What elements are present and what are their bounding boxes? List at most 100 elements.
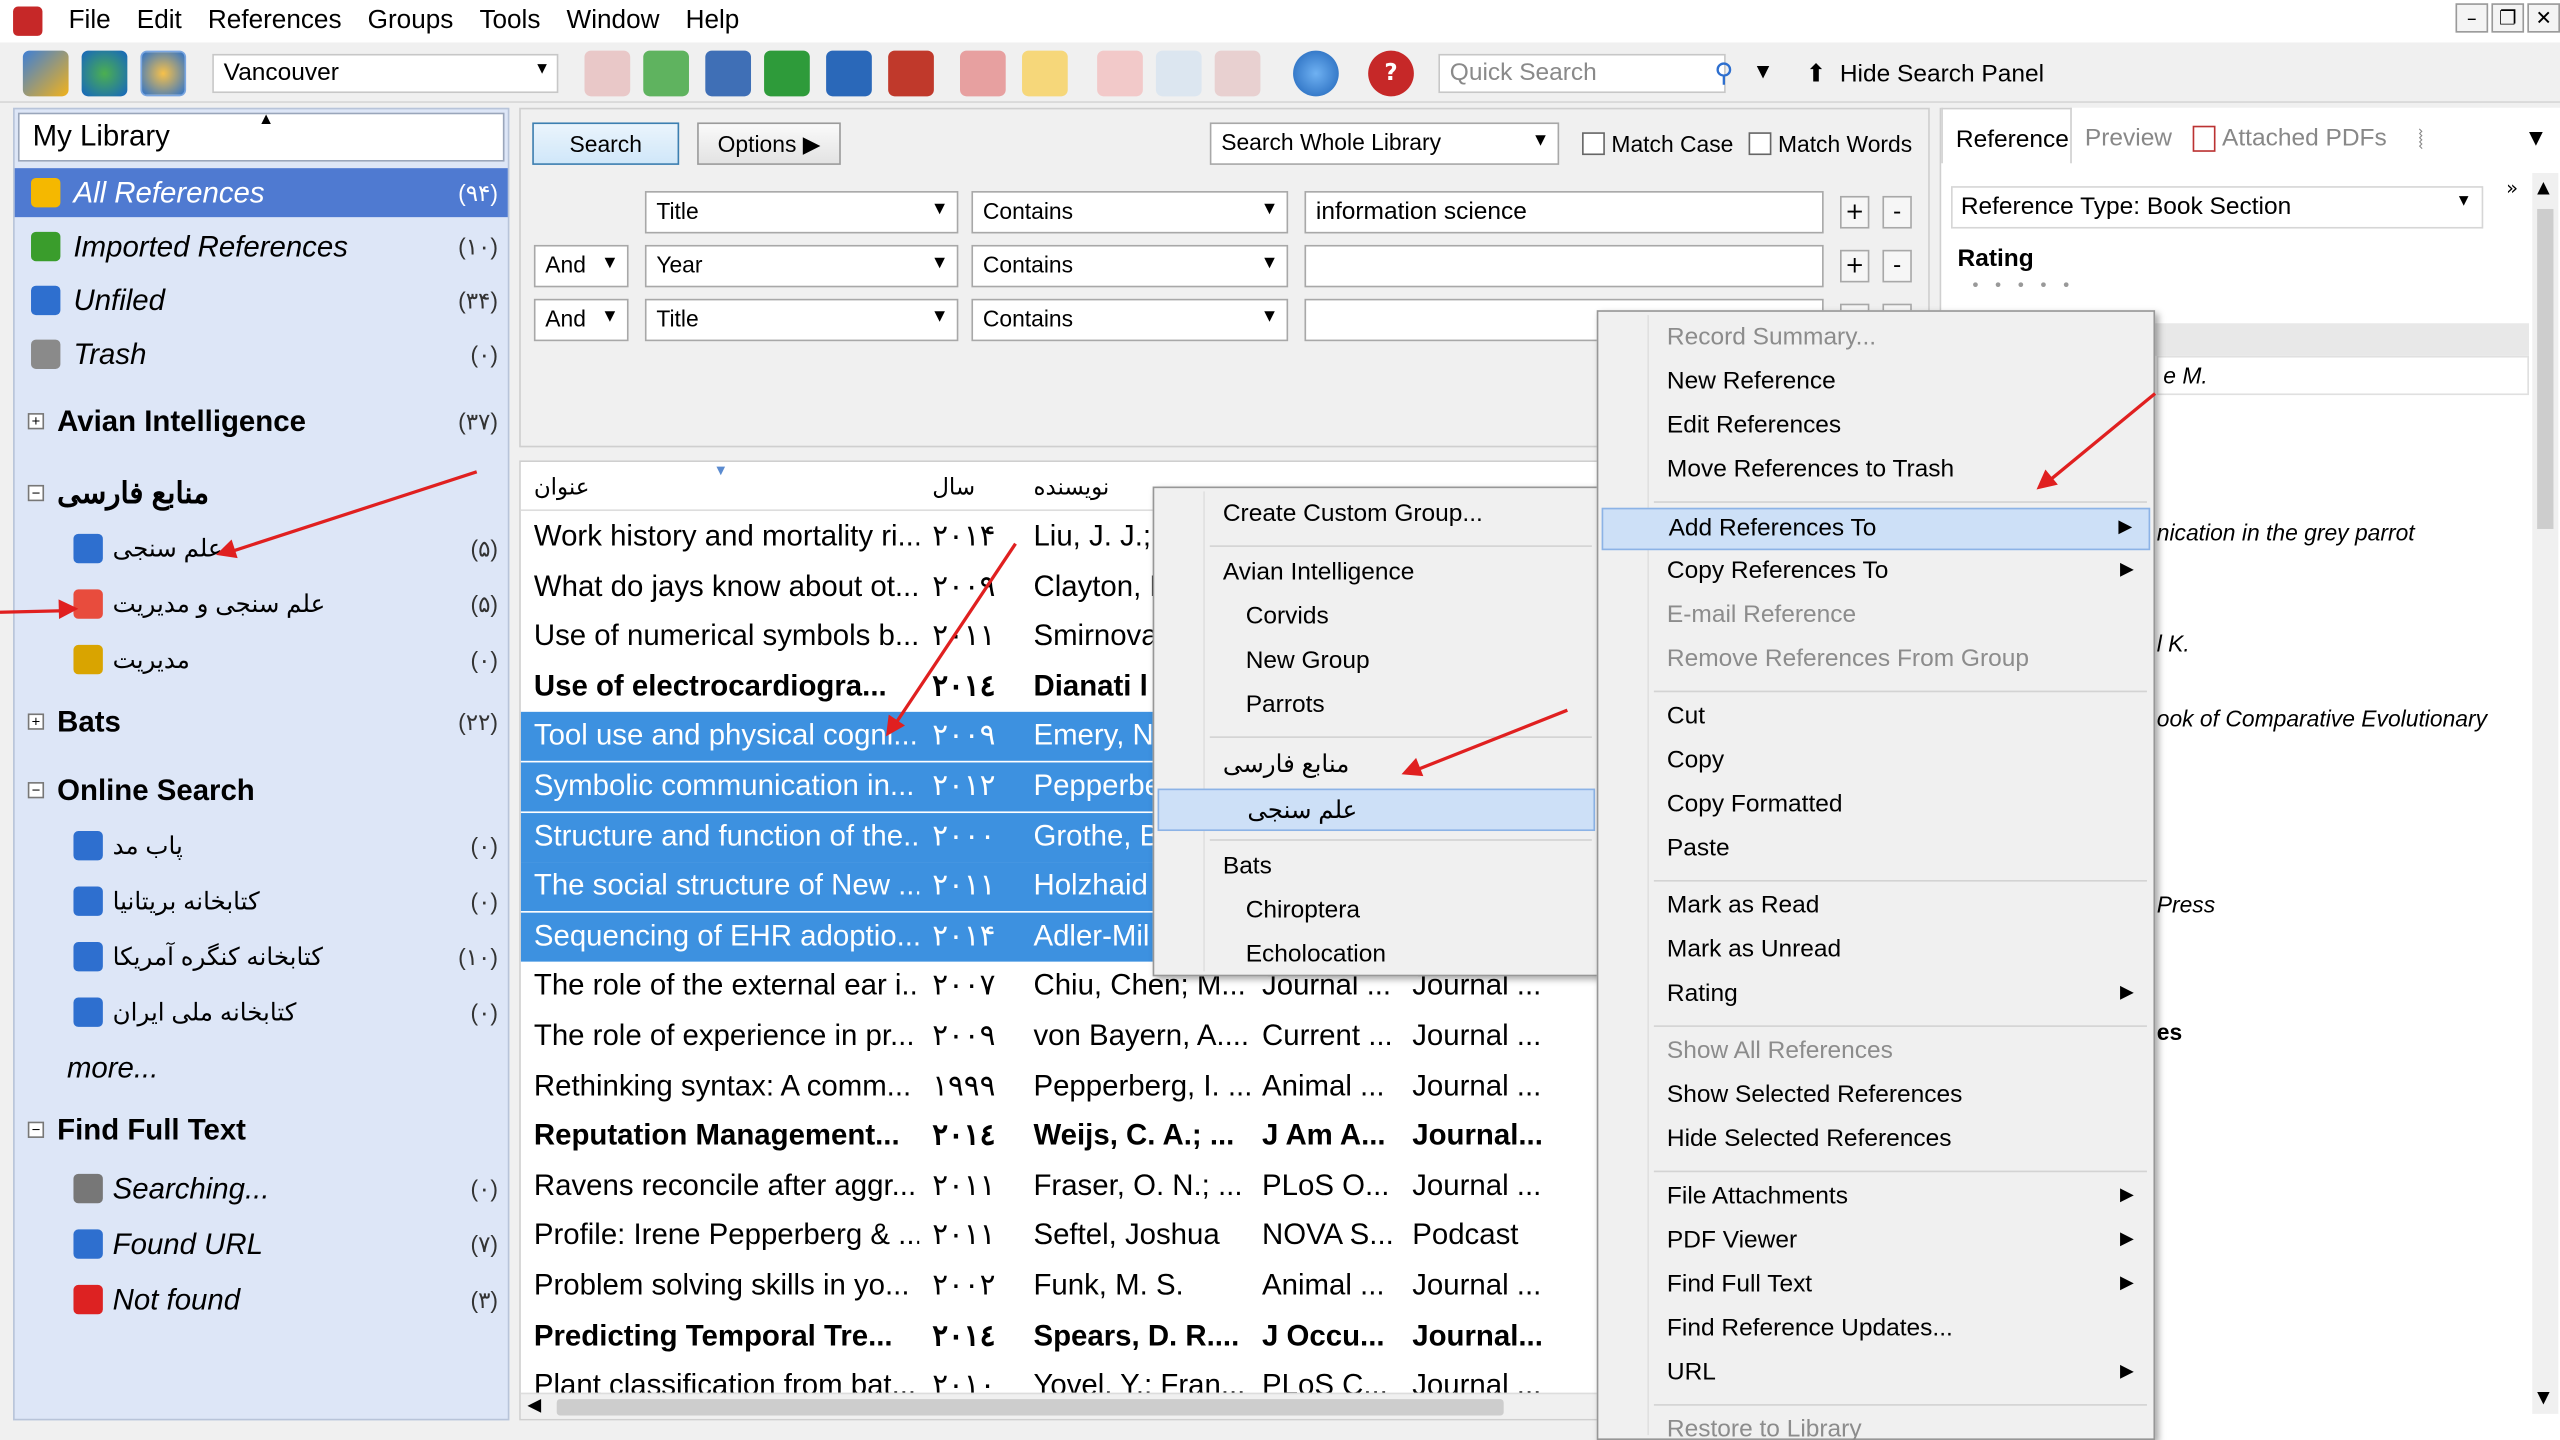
submenu-item[interactable]: Parrots — [1158, 686, 1596, 728]
context-menu-item[interactable]: Mark as Unread — [1602, 931, 2151, 973]
table-row[interactable]: The role of experience in pr... ۲۰۰۹ von B… — [521, 1012, 1599, 1061]
context-menu-item[interactable]: E-mail Reference — [1602, 596, 2151, 638]
context-menu-item[interactable]: Show All References — [1602, 1032, 2151, 1074]
quick-search-input[interactable]: Quick Search — [1438, 53, 1726, 94]
close-button[interactable]: ✕ — [2527, 3, 2560, 33]
context-menu-item[interactable]: Edit References — [1602, 407, 2151, 449]
library-item[interactable]: All References (۹۴) — [14, 168, 508, 218]
group-item[interactable]: مدیریت (۰) — [15, 635, 508, 684]
context-menu-item[interactable]: Copy — [1602, 741, 2151, 783]
format-paper-icon[interactable] — [1097, 50, 1143, 97]
my-library-header[interactable]: My Library ▲ — [17, 111, 505, 162]
table-row[interactable]: Profile: Irene Pepperberg & ... ۲۰۱۱ Sefte… — [521, 1212, 1599, 1261]
online-search-icon[interactable] — [81, 50, 128, 97]
menu-tools[interactable]: Tools — [466, 7, 553, 36]
menu-edit[interactable]: Edit — [124, 7, 195, 36]
open-folder-icon[interactable] — [1022, 50, 1068, 97]
rating-stars[interactable]: ••••• — [1971, 278, 2084, 296]
menu-window[interactable]: Window — [553, 7, 672, 36]
panel-menu-icon[interactable]: ▼ — [2529, 127, 2543, 148]
operator-select[interactable]: Contains ▼ — [971, 244, 1289, 288]
submenu-item[interactable]: علم سنجی — [1157, 788, 1596, 832]
group-set-header[interactable]: − منابع فارسی — [15, 469, 508, 518]
search-term-input[interactable] — [1304, 244, 1824, 288]
context-menu-item[interactable]: Cut — [1602, 697, 2151, 739]
expand-icon[interactable]: + — [27, 713, 45, 730]
group-item[interactable]: علم سنجی و مدیریت (۵) — [15, 580, 508, 629]
context-menu-item[interactable]: Copy Formatted — [1602, 785, 2151, 827]
group-item[interactable]: Not found (۳) — [15, 1275, 508, 1324]
web-icon[interactable] — [888, 50, 934, 97]
remove-row-button[interactable]: - — [1882, 249, 1912, 283]
library-item[interactable]: Imported References (۱۰) — [15, 222, 508, 271]
add-row-button[interactable]: + — [1839, 249, 1870, 283]
collapse-arrow-icon[interactable]: ▲ — [258, 111, 274, 129]
context-menu-item[interactable]: Record Summary... — [1602, 318, 2151, 360]
field-select[interactable]: Title ▼ — [644, 298, 959, 342]
operator-select[interactable]: Contains ▼ — [971, 298, 1289, 342]
find-reference-icon[interactable] — [705, 50, 752, 97]
submenu-item[interactable]: New Group — [1158, 642, 1596, 684]
context-menu-item[interactable]: Paste — [1602, 829, 2151, 871]
table-row[interactable]: Reputation Management... ۲۰۱٤ Weijs, C. A.… — [521, 1112, 1599, 1161]
horizontal-scrollbar[interactable]: ◀ — [520, 1392, 1599, 1419]
table-row[interactable]: Rethinking syntax: A comm... ۱۹۹۹ Pepperbe… — [521, 1062, 1599, 1111]
restore-button[interactable]: ❐ — [2491, 3, 2525, 33]
integrated-library-icon[interactable] — [140, 50, 187, 97]
search-scope-select[interactable]: Search Whole Library ▼ — [1209, 122, 1560, 165]
submenu-item[interactable]: Chiroptera — [1158, 891, 1596, 933]
tab-preview[interactable]: Preview — [2085, 124, 2172, 152]
search-icon[interactable]: ⚲ — [1714, 51, 1750, 97]
group-set-header[interactable]: − Find Full Text — [15, 1105, 508, 1154]
context-menu-item[interactable]: Find Full Text ▶ — [1602, 1265, 2151, 1307]
boolean-select[interactable]: And ▼ — [533, 244, 629, 288]
find-pdf-icon[interactable] — [959, 50, 1006, 97]
header-author[interactable]: نویسنده — [1033, 473, 1109, 501]
group-set-header[interactable]: + Bats (۲۲) — [15, 697, 508, 746]
table-row[interactable]: Ravens reconcile after aggr... ۲۰۱۱ Fraser… — [521, 1162, 1599, 1211]
boolean-select[interactable]: And ▼ — [533, 298, 629, 342]
cite-while-write-icon[interactable] — [1155, 50, 1202, 97]
context-menu-item[interactable]: Remove References From Group — [1602, 640, 2151, 682]
field-select[interactable]: Title ▼ — [644, 191, 959, 234]
chevron-down-icon[interactable]: ▼ — [1757, 51, 1780, 97]
menu-file[interactable]: File — [56, 7, 124, 36]
group-item[interactable]: Found URL (۷) — [15, 1220, 508, 1269]
add-row-button[interactable]: + — [1839, 195, 1870, 229]
remove-row-button[interactable]: - — [1882, 195, 1912, 229]
hide-search-panel-button[interactable]: ⬆ Hide Search Panel — [1806, 59, 2044, 88]
sync-icon[interactable] — [1293, 50, 1339, 97]
context-menu-item[interactable]: File Attachments ▶ — [1602, 1177, 2151, 1219]
reference-type-select[interactable]: Book Section — [2147, 193, 2291, 221]
context-menu-item[interactable]: Hide Selected References — [1602, 1120, 2151, 1162]
group-set-header[interactable]: + Avian Intelligence (۳۷) — [15, 397, 508, 446]
context-menu-item[interactable]: Copy References To ▶ — [1602, 552, 2151, 594]
match-case-checkbox[interactable]: Match Case — [1582, 131, 1733, 157]
output-style-select[interactable]: Vancouver ▼ — [212, 53, 559, 94]
minimize-button[interactable]: – — [2455, 3, 2489, 33]
context-menu-item[interactable]: Mark as Read — [1602, 887, 2151, 929]
context-menu-item[interactable]: Rating ▶ — [1602, 975, 2151, 1017]
submenu-item[interactable]: Avian Intelligence — [1158, 553, 1596, 595]
search-button[interactable]: Search — [532, 122, 680, 165]
context-menu-item[interactable]: Restore to Library — [1602, 1411, 2151, 1440]
context-menu-item[interactable]: URL ▶ — [1602, 1353, 2151, 1395]
context-menu-item[interactable]: PDF Viewer ▶ — [1602, 1221, 2151, 1263]
menu-groups[interactable]: Groups — [355, 7, 467, 36]
manuscript-icon[interactable] — [1214, 50, 1261, 97]
submenu-item[interactable]: Bats — [1158, 847, 1596, 889]
export-icon[interactable] — [826, 50, 872, 97]
collapse-icon[interactable]: − — [27, 484, 45, 502]
group-item[interactable]: Searching... (۰) — [15, 1164, 508, 1213]
context-menu-item[interactable]: New Reference — [1602, 362, 2151, 404]
tab-attached-pdfs[interactable]: Attached PDFs — [2192, 124, 2387, 152]
header-year[interactable]: سال — [932, 473, 975, 501]
group-item[interactable]: پاب مد (۰) — [15, 821, 508, 870]
group-item[interactable]: more... — [15, 1043, 508, 1092]
options-button[interactable]: Options ▶ — [697, 122, 841, 165]
match-words-checkbox[interactable]: Match Words — [1748, 131, 1912, 157]
copy-reference-icon[interactable] — [584, 50, 631, 97]
paperclip-icon[interactable]: ⦚ — [2418, 124, 2423, 157]
library-item[interactable]: Trash (۰) — [15, 330, 508, 379]
field-select[interactable]: Year ▼ — [644, 244, 959, 288]
